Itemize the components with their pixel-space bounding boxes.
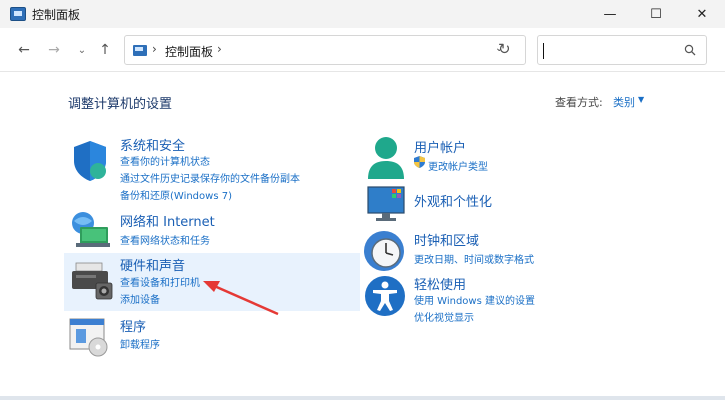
link-view-computer-status[interactable]: 查看你的计算机状态 <box>120 153 210 168</box>
link-change-date-time[interactable]: 更改日期、时间或数字格式 <box>414 251 534 266</box>
link-network-status[interactable]: 查看网络状态和任务 <box>120 232 210 247</box>
category-appearance-personalization[interactable]: 外观和个性化 <box>414 191 492 210</box>
window-bottom-edge <box>0 396 725 400</box>
link-optimize-visual-display[interactable]: 优化视觉显示 <box>414 309 474 324</box>
refresh-button[interactable]: ↻ <box>498 40 511 58</box>
network-icon[interactable] <box>68 209 112 249</box>
chevron-down-icon[interactable]: ▼ <box>638 95 644 104</box>
breadcrumb-control-panel[interactable]: 控制面板 <box>165 43 213 60</box>
control-panel-icon <box>133 45 147 56</box>
link-windows-recommended-settings[interactable]: 使用 Windows 建议的设置 <box>414 292 535 307</box>
link-devices-printers[interactable]: 查看设备和打印机 <box>120 274 200 289</box>
up-button[interactable]: ↑ <box>95 40 115 60</box>
window-title: 控制面板 <box>32 8 81 22</box>
text-cursor <box>543 43 544 59</box>
address-bar[interactable]: › 控制面板 › ⌄ <box>124 35 526 65</box>
forward-button[interactable]: → <box>44 40 64 60</box>
close-button[interactable]: ✕ <box>679 0 725 28</box>
view-by-label: 查看方式: <box>555 96 603 109</box>
user-icon[interactable] <box>366 135 406 179</box>
navigation-bar: ← → ⌄ ↑ › 控制面板 › ⌄ ↻ <box>0 28 725 72</box>
shield-icon[interactable] <box>70 139 110 183</box>
view-by-dropdown[interactable]: 类别 <box>613 94 635 110</box>
category-clock-region[interactable]: 时钟和区域 <box>414 230 479 249</box>
recent-locations-button[interactable]: ⌄ <box>72 40 92 60</box>
programs-icon[interactable] <box>68 317 112 357</box>
clock-icon[interactable] <box>362 229 406 273</box>
link-file-history-backup[interactable]: 通过文件历史记录保存你的文件备份副本 <box>120 170 300 185</box>
category-hardware-sound[interactable]: 硬件和声音 <box>120 255 185 274</box>
link-backup-restore[interactable]: 备份和还原(Windows 7) <box>120 187 232 202</box>
monitor-icon[interactable] <box>366 185 408 223</box>
uac-shield-icon <box>414 156 425 168</box>
accessibility-icon[interactable] <box>364 275 406 317</box>
title-bar: 控制面板 — ☐ ✕ <box>0 0 725 28</box>
breadcrumb-separator[interactable]: › <box>152 42 157 56</box>
maximize-button[interactable]: ☐ <box>633 0 679 28</box>
search-input[interactable] <box>537 35 707 65</box>
category-programs[interactable]: 程序 <box>120 316 146 335</box>
page-title: 调整计算机的设置 <box>68 97 173 112</box>
content-area: 调整计算机的设置 查看方式: 类别 ▼ 系统和安全 查看你的计算机状态 通过文件… <box>0 73 725 400</box>
breadcrumb-separator[interactable]: › <box>217 42 222 56</box>
printer-icon[interactable] <box>70 261 114 301</box>
minimize-button[interactable]: — <box>587 0 633 28</box>
link-uninstall-program[interactable]: 卸载程序 <box>120 336 160 351</box>
control-panel-icon <box>10 7 26 21</box>
back-button[interactable]: ← <box>14 40 34 60</box>
link-change-account-type[interactable]: 更改帐户类型 <box>428 158 488 173</box>
link-add-device[interactable]: 添加设备 <box>120 291 160 306</box>
category-network-internet[interactable]: 网络和 Internet <box>120 211 215 230</box>
category-ease-of-access[interactable]: 轻松使用 <box>414 274 466 293</box>
category-user-accounts[interactable]: 用户帐户 <box>414 137 466 156</box>
category-system-security[interactable]: 系统和安全 <box>120 135 185 154</box>
search-icon[interactable] <box>684 44 696 56</box>
